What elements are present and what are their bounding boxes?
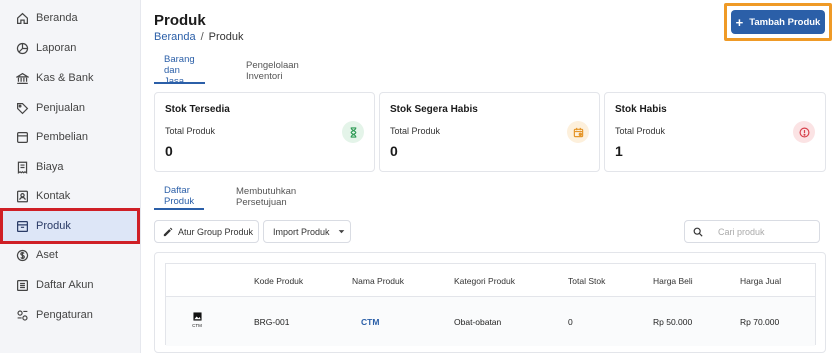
home-icon: [16, 12, 29, 25]
alert-icon: [793, 121, 815, 143]
pie-chart-icon: [16, 42, 29, 55]
add-product-button[interactable]: + Tambah Produk: [731, 10, 825, 34]
stock-available-card: Stok Tersedia Total Produk 0: [154, 92, 375, 172]
cell-harga-jual: Rp 70.000: [740, 317, 780, 327]
sidebar-item-pengaturan[interactable]: Pengaturan: [3, 300, 137, 330]
page-title: Produk: [154, 12, 206, 29]
hourglass-icon: [342, 121, 364, 143]
breadcrumb: Beranda / Produk: [154, 31, 244, 43]
sidebar-item-label: Kontak: [36, 190, 71, 202]
search-icon: [693, 227, 703, 237]
breadcrumb-current: Produk: [208, 31, 244, 43]
card-title: Stok Tersedia: [165, 104, 230, 115]
box-icon: [16, 220, 29, 233]
receipt-icon: [16, 161, 29, 174]
breadcrumb-home-link[interactable]: Beranda: [154, 31, 196, 43]
sidebar-item-pembelian[interactable]: Pembelian: [3, 122, 137, 152]
cell-total-stok: 0: [568, 317, 573, 327]
sidebar-item-label: Beranda: [36, 12, 78, 24]
sidebar-item-label: Daftar Akun: [36, 279, 94, 291]
cell-harga-beli: Rp 50.000: [653, 317, 693, 327]
import-product-dropdown[interactable]: Import Produk: [263, 220, 351, 243]
cell-kode-produk: BRG-001: [254, 317, 290, 327]
card-title: Stok Habis: [615, 104, 667, 115]
add-product-label: Tambah Produk: [749, 16, 821, 28]
card-value: 1: [615, 143, 623, 159]
cart-icon: [16, 131, 29, 144]
column-header: Kategori Produk: [454, 276, 515, 286]
sidebar: Beranda Laporan Kas & Bank Penjualan Pem…: [0, 0, 141, 353]
product-table: Kode Produk Nama Produk Kategori Produk …: [165, 263, 816, 346]
card-subtitle: Total Produk: [390, 126, 441, 136]
breadcrumb-separator: /: [200, 31, 204, 43]
tag-icon: [16, 102, 29, 115]
group-product-label: Atur Group Produk: [178, 226, 254, 237]
sidebar-item-laporan[interactable]: Laporan: [3, 33, 137, 63]
sidebar-item-label: Pembelian: [36, 131, 88, 143]
thumbnail-caption: CTM: [192, 323, 202, 328]
sidebar-item-aset[interactable]: Aset: [3, 240, 137, 270]
sidebar-item-label: Pengaturan: [36, 309, 93, 321]
card-value: 0: [165, 143, 173, 159]
cell-nama-produk-link[interactable]: CTM: [361, 317, 379, 327]
sidebar-item-label: Penjualan: [36, 102, 85, 114]
card-value: 0: [390, 143, 398, 159]
sidebar-item-daftar-akun[interactable]: Daftar Akun: [3, 270, 137, 300]
sidebar-item-produk[interactable]: Produk: [0, 208, 140, 244]
column-header: Nama Produk: [352, 276, 404, 286]
sidebar-item-kontak[interactable]: Kontak: [3, 181, 137, 211]
product-thumbnail: CTM: [186, 307, 208, 333]
sidebar-item-label: Laporan: [36, 42, 77, 54]
column-header: Total Stok: [568, 276, 606, 286]
settings-icon: [16, 309, 29, 322]
caret-down-icon: [338, 228, 345, 235]
pencil-icon: [163, 227, 173, 237]
card-subtitle: Total Produk: [615, 126, 666, 136]
column-header: Harga Beli: [653, 276, 693, 286]
calendar-icon: [567, 121, 589, 143]
dollar-icon: [16, 249, 29, 262]
list-icon: [16, 279, 29, 292]
sidebar-item-label: Biaya: [36, 161, 64, 173]
tab-barang-dan-jasa[interactable]: Barang dan Jasa: [154, 54, 205, 87]
card-title: Stok Segera Habis: [390, 104, 478, 115]
image-icon: [192, 312, 202, 321]
tab-daftar-produk[interactable]: Daftar Produk: [154, 184, 205, 210]
sidebar-item-beranda[interactable]: Beranda: [3, 3, 137, 33]
column-header: Kode Produk: [254, 276, 304, 286]
group-product-button[interactable]: Atur Group Produk: [154, 220, 259, 243]
plus-icon: +: [735, 14, 744, 30]
sidebar-item-label: Produk: [36, 220, 71, 232]
cell-kategori-produk: Obat-obatan: [454, 317, 502, 327]
search-box: [684, 220, 820, 243]
product-table-container: Kode Produk Nama Produk Kategori Produk …: [154, 252, 826, 353]
stock-empty-card: Stok Habis Total Produk 1: [604, 92, 826, 172]
sidebar-item-biaya[interactable]: Biaya: [3, 152, 137, 182]
sidebar-item-label: Aset: [36, 249, 59, 261]
sidebar-item-kas-bank[interactable]: Kas & Bank: [3, 63, 137, 93]
tab-pengelolaan-inventori[interactable]: Pengelolaan Inventori: [246, 58, 299, 84]
bank-icon: [16, 72, 29, 85]
card-subtitle: Total Produk: [165, 126, 216, 136]
sidebar-item-penjualan[interactable]: Penjualan: [3, 93, 137, 123]
search-input[interactable]: [718, 226, 808, 237]
stock-low-card: Stok Segera Habis Total Produk 0: [379, 92, 600, 172]
contact-icon: [16, 190, 29, 203]
tab-membutuhkan-persetujuan[interactable]: Membutuhkan Persetujuan: [236, 184, 296, 210]
sidebar-item-label: Kas & Bank: [36, 72, 94, 84]
column-header: Harga Jual: [740, 276, 782, 286]
import-product-label: Import Produk: [273, 226, 330, 237]
